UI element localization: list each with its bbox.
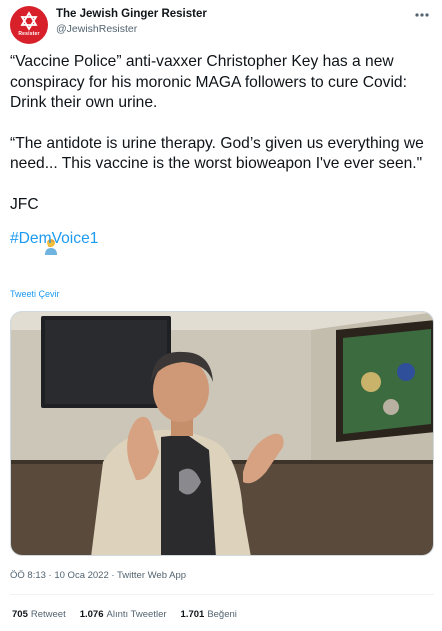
person-facepalming-emoji bbox=[42, 196, 60, 255]
video-frame bbox=[11, 312, 433, 555]
tweet-header: Resister The Jewish Ginger Resister @Jew… bbox=[10, 6, 432, 46]
tweet-timestamp[interactable]: ÖÖ 8:13 · 10 Oca 2022 · Twitter Web App bbox=[10, 570, 186, 581]
author-name[interactable]: The Jewish Ginger Resister bbox=[56, 8, 207, 20]
translate-tweet-link[interactable]: Tweeti Çevir bbox=[10, 289, 60, 299]
tweet-video[interactable] bbox=[10, 311, 434, 556]
tweet-stats: 705 Retweet 1.076 Alıntı Tweetler 1.701 Beğ… bbox=[12, 609, 237, 620]
tweet-paragraph-2: “The antidote is urine therapy. God’s gi… bbox=[10, 134, 429, 173]
star-of-david-icon bbox=[20, 11, 38, 31]
likes-stat[interactable]: 1.701 Beğeni bbox=[181, 609, 237, 620]
retweets-label: Retweet bbox=[30, 609, 66, 620]
likes-label: Beğeni bbox=[207, 609, 237, 620]
author-handle[interactable]: @JewishResister bbox=[56, 23, 207, 35]
retweets-count: 705 bbox=[12, 609, 28, 620]
tweet-paragraph-3-text: JFC bbox=[10, 195, 39, 213]
avatar[interactable]: Resister bbox=[10, 6, 48, 44]
author-block[interactable]: The Jewish Ginger Resister @JewishResist… bbox=[56, 8, 207, 35]
hashtag-link[interactable]: #DemVoice1 bbox=[10, 229, 434, 250]
quotes-label: Alıntı Tweetler bbox=[106, 609, 167, 620]
avatar-label: Resister bbox=[18, 31, 40, 37]
likes-count: 1.701 bbox=[180, 609, 205, 620]
quotes-count: 1.076 bbox=[79, 609, 104, 620]
quotes-stat[interactable]: 1.076 Alıntı Tweetler bbox=[80, 609, 167, 620]
divider bbox=[10, 594, 434, 595]
tweet-text: “Vaccine Police” anti-vaxxer Christopher… bbox=[10, 52, 434, 255]
more-dots-icon[interactable] bbox=[412, 8, 432, 22]
retweets-stat[interactable]: 705 Retweet bbox=[12, 609, 66, 620]
tweet-paragraph-1: “Vaccine Police” anti-vaxxer Christopher… bbox=[10, 53, 412, 111]
tweet-paragraph-3: JFC bbox=[10, 195, 434, 255]
